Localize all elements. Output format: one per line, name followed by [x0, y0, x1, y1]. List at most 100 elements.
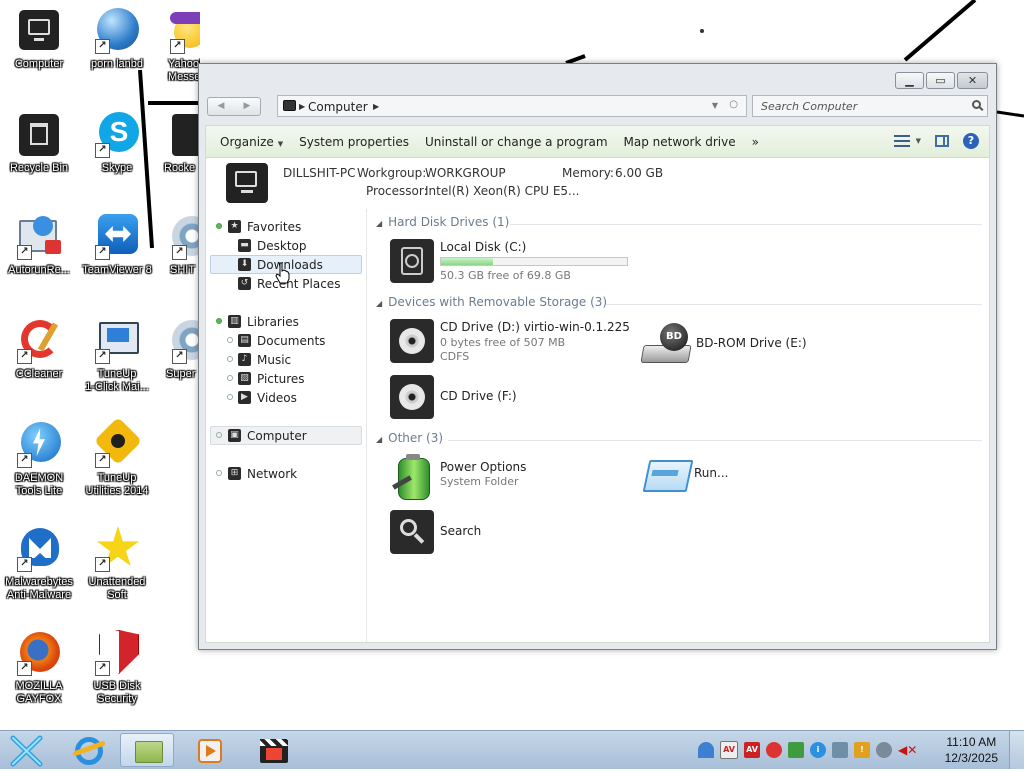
taskbar-media-player[interactable] [182, 733, 236, 767]
desktop-icon-recycle-bin[interactable]: Recycle Bin [0, 112, 78, 175]
minimize-button[interactable]: ▁ [895, 72, 924, 89]
tray-shield-icon[interactable] [766, 742, 782, 758]
uninstall-program-button[interactable]: Uninstall or change a program [425, 135, 608, 149]
desktop-icon-teamviewer[interactable]: ↗ TeamViewer 8 [78, 214, 156, 277]
nav-computer[interactable]: ▣ Computer [210, 426, 362, 445]
group-header-other[interactable]: ◢ Other (3) [376, 431, 443, 445]
nav-network[interactable]: ⊞ Network [210, 464, 362, 483]
documents-icon: ▤ [238, 334, 251, 347]
address-bar[interactable]: ▶ Computer ▶ ▼ ○ [277, 95, 747, 117]
tray-av-filter-icon[interactable]: AV [744, 742, 760, 758]
tray-chat-icon[interactable] [788, 742, 804, 758]
tray-network-icon[interactable] [876, 742, 892, 758]
expand-icon[interactable] [227, 394, 233, 400]
firefox-icon: ↗ [15, 630, 63, 678]
desktop-icon-mozilla-gayfox[interactable]: ↗ MOZILLA GAYFOX [0, 630, 78, 706]
tray-info-icon[interactable]: i [810, 742, 826, 758]
desktop-icon-autorunre[interactable]: ↗ AutorunRe... [0, 214, 78, 277]
drive-bd-rom-e[interactable]: BD BD-ROM Drive (E:) [640, 319, 842, 365]
search-box[interactable] [752, 95, 988, 117]
chevron-down-icon[interactable]: ▼ [712, 101, 718, 110]
desktop-icon-shit[interactable]: ↗ SHIT [160, 214, 200, 277]
drive-local-disk-c[interactable]: Local Disk (C:) 50.3 GB free of 69.8 GB [390, 239, 650, 285]
tray-volume-muted-icon[interactable]: ◀✕ [898, 742, 917, 758]
tray-flag-icon[interactable]: ! [854, 742, 870, 758]
chevron-right-icon[interactable]: ▶ [373, 102, 379, 111]
desktop-icon-label: MOZILLA GAYFOX [15, 680, 63, 705]
desktop-icon-skype[interactable]: S ↗ Skype [78, 112, 156, 175]
clock[interactable]: 11:10 AM 12/3/2025 [945, 734, 998, 766]
help-icon[interactable]: ? [963, 133, 979, 149]
tray-display-icon[interactable] [832, 742, 848, 758]
nav-libraries[interactable]: ▥ Libraries [210, 312, 362, 331]
map-network-drive-button[interactable]: Map network drive [624, 135, 736, 149]
item-power-options[interactable]: Power Options System Folder [390, 454, 610, 502]
expand-icon[interactable] [216, 318, 222, 324]
maximize-button[interactable]: ▭ [926, 72, 955, 89]
drive-cd-d[interactable]: CD Drive (D:) virtio-win-0.1.225 0 bytes… [390, 319, 630, 365]
nav-videos[interactable]: ▶ Videos [210, 388, 362, 407]
expand-icon[interactable] [227, 337, 233, 343]
nav-label: Videos [257, 391, 297, 405]
tray-expand-icon[interactable] [698, 742, 714, 758]
taskbar-internet-explorer[interactable] [62, 733, 116, 767]
desktop-icon-yahoo-messenger[interactable]: ! ↗ Yahoo! Messe [160, 8, 200, 84]
super-icon: ↗ [170, 318, 200, 366]
back-forward-buttons[interactable]: ◀ ▶ [207, 97, 261, 116]
desktop-icon-ccleaner[interactable]: ↗ CCleaner [0, 318, 78, 381]
organize-menu[interactable]: Organize ▼ [220, 135, 283, 149]
expand-icon[interactable] [227, 356, 233, 362]
search-input[interactable] [759, 99, 963, 114]
nav-music[interactable]: ♪ Music [210, 350, 362, 369]
nav-desktop[interactable]: ▬ Desktop [210, 236, 362, 255]
expand-icon[interactable] [227, 375, 233, 381]
desktop-icon-tuneup-1click[interactable]: ↗ TuneUp 1-Click Mai... [78, 318, 156, 394]
desktop-icon-usb-disk-security[interactable]: ↗ USB Disk Security [78, 630, 156, 706]
expand-icon[interactable] [216, 223, 222, 229]
chevron-right-icon[interactable]: ▶ [299, 102, 305, 111]
desktop-icon-label: Computer [14, 58, 64, 70]
preview-pane-icon[interactable] [935, 135, 949, 147]
nav-documents[interactable]: ▤ Documents [210, 331, 362, 350]
show-desktop-button[interactable] [1009, 731, 1024, 769]
clock-time: 11:10 AM [946, 735, 997, 749]
breadcrumb-computer[interactable]: Computer [308, 100, 368, 114]
expand-icon[interactable] [216, 470, 222, 476]
forward-arrow-icon[interactable]: ▶ [244, 98, 251, 115]
desktop-icon-rocket[interactable]: Rocke [160, 112, 200, 175]
globe-icon: ↗ [93, 8, 141, 56]
expand-icon[interactable] [216, 432, 222, 438]
desktop-icon-malwarebytes[interactable]: ↗ Malwarebytes Anti-Malware [0, 526, 78, 602]
pictures-icon: ▨ [238, 372, 251, 385]
drive-cd-f[interactable]: CD Drive (F:) [390, 375, 590, 421]
details-header: DILLSHIT-PC Workgroup: WORKGROUP Memory:… [206, 158, 989, 208]
more-commands-button[interactable]: » [752, 135, 759, 149]
browser-icon: ↗ [170, 214, 200, 262]
system-properties-button[interactable]: System properties [299, 135, 409, 149]
pc-name: DILLSHIT-PC [283, 166, 356, 180]
refresh-icon[interactable]: ○ [729, 99, 738, 110]
desktop-icon-unattended-soft[interactable]: ↗ Unattended Soft [78, 526, 156, 602]
taskbar-video-editor[interactable] [246, 733, 300, 767]
desktop-icon-computer[interactable]: Computer [0, 8, 78, 71]
desktop-icon-label: AutorunRe... [8, 264, 70, 276]
desktop-icon-porn-lanbd[interactable]: ↗ porn lanbd [78, 8, 156, 71]
computer-icon [15, 8, 63, 56]
change-view-button[interactable]: ▼ [893, 134, 921, 148]
desktop-icon-daemon-tools[interactable]: ↗ DAEMON Tools Lite [0, 422, 78, 498]
start-button[interactable] [0, 733, 54, 767]
desktop-icon-super[interactable]: ↗ Super [160, 318, 200, 381]
item-search[interactable]: Search [390, 510, 550, 556]
search-icon[interactable] [972, 100, 981, 109]
desktop-icon-tuneup-utilities[interactable]: ↗ TuneUp Utilities 2014 [78, 416, 156, 498]
taskbar-file-explorer[interactable] [120, 733, 174, 767]
close-button[interactable]: ✕ [957, 72, 988, 89]
nav-favorites[interactable]: ★ Favorites [210, 217, 362, 236]
group-header-hdd[interactable]: ◢ Hard Disk Drives (1) [376, 215, 509, 229]
nav-pictures[interactable]: ▨ Pictures [210, 369, 362, 388]
back-arrow-icon[interactable]: ◀ [218, 98, 225, 115]
group-header-removable[interactable]: ◢ Devices with Removable Storage (3) [376, 295, 607, 309]
tray-av-icon[interactable]: AV [720, 741, 738, 759]
item-run[interactable]: Run... [642, 454, 802, 502]
shortcut-arrow-icon: ↗ [95, 245, 110, 260]
